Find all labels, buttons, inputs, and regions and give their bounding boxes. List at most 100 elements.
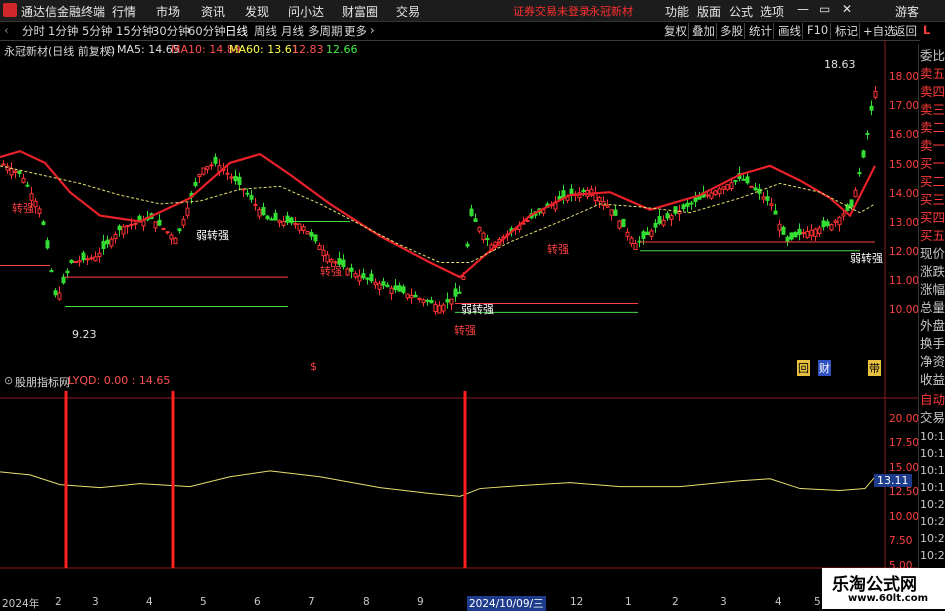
period-multi[interactable]: 多周期 [308,23,343,39]
sub-y-tick: 17.50 [889,437,920,449]
menu-trade[interactable]: 交易 [396,3,420,20]
menu-layout[interactable]: 版面 [697,3,721,20]
candle [765,196,770,201]
period-15min[interactable]: 15分钟 [116,23,154,39]
menu-ask[interactable]: 问小达 [288,3,324,20]
signal-label: 弱转强 [461,303,494,316]
stock-notice[interactable]: 永冠新材 [589,3,633,19]
login-notice[interactable]: 证券交易未登录 [513,3,590,19]
quote-row: 买一 [920,156,945,171]
candle [669,215,674,220]
quote-row: 卖四 [920,84,945,99]
tool-add-watchlist[interactable]: +自选 [863,23,896,39]
divider [744,23,745,39]
candle [273,212,278,221]
collapse-icon[interactable]: ⊙ [4,374,13,387]
candle [33,200,38,208]
period-daily[interactable]: 日线 [225,23,248,39]
tool-mark[interactable]: 标记 [835,23,858,39]
period-60min[interactable]: 60分钟 [188,23,226,39]
candle [361,273,366,279]
menu-formula[interactable]: 公式 [729,3,753,20]
candle [237,176,242,185]
sub-y-tick: 7.50 [889,535,913,547]
collapse-icon[interactable]: ⊙ [106,43,115,56]
candle [777,223,782,231]
close-icon[interactable]: ✕ [842,2,852,16]
more-chevron-icon[interactable]: › [370,23,375,37]
menu-quotes[interactable]: 行情 [112,3,136,20]
tool-adjust[interactable]: 复权 [664,23,687,39]
kline-chart[interactable] [0,40,918,570]
candle [181,218,186,226]
tool-multi[interactable]: 多股 [720,23,743,39]
candle [693,197,698,203]
tool-overlay[interactable]: 叠加 [692,23,715,39]
time-row: 10:20 [920,515,945,528]
indicator-name[interactable]: 股朋指标网 [15,374,70,390]
period-weekly[interactable]: 周线 [254,23,277,39]
candle [753,187,758,191]
candle [417,297,422,300]
left-arrow-icon[interactable]: ‹ [4,23,9,37]
period-more[interactable]: 更多 [344,23,367,39]
event-marker[interactable]: 带 [868,360,881,376]
menu-discover[interactable]: 发现 [245,3,269,20]
quote-row: 卖二 [920,120,945,135]
indicator-line [0,470,876,497]
menu-options[interactable]: 选项 [760,3,784,20]
tool-f10[interactable]: F10 [807,23,828,37]
candle [713,190,718,196]
candle [785,236,790,242]
minimize-icon[interactable]: — [797,2,809,16]
period-intraday[interactable]: 分时 [22,23,45,39]
menu-market[interactable]: 市场 [156,3,180,20]
trade-label[interactable]: 交易 [920,407,945,426]
candle [229,176,234,179]
event-marker[interactable]: 回 [797,360,810,376]
tool-stats[interactable]: 统计 [749,23,772,39]
candle [225,172,230,175]
menu-wealth[interactable]: 财富圈 [342,3,378,20]
auto-label[interactable]: 自动 [920,389,945,408]
candle [601,201,606,206]
event-marker[interactable]: $ [310,360,317,373]
watermark-url: www.60lt.com [848,593,929,604]
time-row: 10:19 [920,447,945,460]
candle [109,238,114,247]
candle [797,228,802,235]
signal-label: 转强 [320,265,342,278]
guest-label[interactable]: 游客 [895,3,919,20]
candle [161,227,166,230]
stock-title: 永冠新材(日线 前复权) [4,45,116,58]
quote-row: 总量 [920,300,945,315]
candle [665,213,670,219]
tool-back[interactable]: 返回 [894,23,917,39]
candle [173,237,178,245]
candle [357,275,362,282]
x-tick: 3 [92,596,99,608]
time-row: 10:20 [920,532,945,545]
candle [773,210,778,215]
period-5min[interactable]: 5分钟 [82,23,112,39]
divider [859,23,860,39]
candle [317,245,322,251]
menu-news[interactable]: 资讯 [201,3,225,20]
candle [857,171,862,175]
menu-function[interactable]: 功能 [665,3,689,20]
period-monthly[interactable]: 月线 [281,23,304,39]
candle [397,285,402,292]
candle [825,221,830,227]
event-marker[interactable]: 财 [818,360,831,376]
candle [277,220,282,223]
candle [321,249,326,257]
tool-draw[interactable]: 画线 [778,23,801,39]
candle [761,196,766,200]
x-tick: 2 [672,596,679,608]
period-30min[interactable]: 30分钟 [152,23,190,39]
y-tick: 12.00 [889,246,920,258]
period-1min[interactable]: 1分钟 [48,23,78,39]
candle [449,298,454,305]
restore-icon[interactable]: ▭ [819,2,830,16]
candle [73,261,78,264]
